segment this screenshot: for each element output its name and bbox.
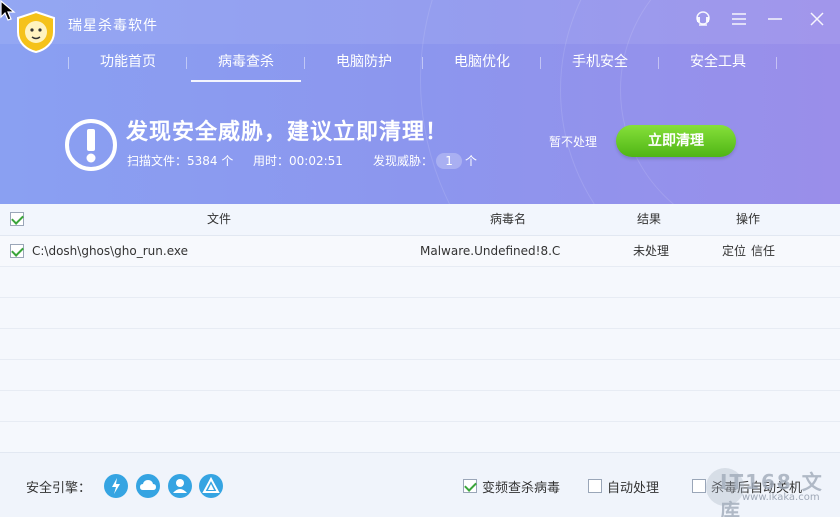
nav-divider <box>658 57 659 69</box>
minimize-icon[interactable] <box>764 9 786 29</box>
nav-divider <box>540 57 541 69</box>
tab-mobile[interactable]: 手机安全 <box>545 44 655 82</box>
clean-now-button[interactable]: 立即清理 <box>616 125 736 157</box>
main-nav: 功能首页 病毒查杀 电脑防护 电脑优化 手机安全 安全工具 <box>0 44 840 84</box>
empty-row <box>0 391 840 422</box>
threat-summary: 发现威胁： 1 个 <box>373 152 477 169</box>
tab-home[interactable]: 功能首页 <box>73 44 183 82</box>
lightning-icon[interactable] <box>104 474 128 498</box>
nav-divider <box>304 57 305 69</box>
support-icon[interactable] <box>692 9 714 29</box>
empty-row <box>0 298 840 329</box>
empty-row <box>0 422 840 453</box>
col-action: 操作 <box>736 212 761 226</box>
nav-divider <box>422 57 423 69</box>
locate-link[interactable]: 定位 <box>722 236 746 266</box>
empty-row <box>0 329 840 360</box>
table-row[interactable]: C:\dosh\ghos\gho_run.exe Malware.Undefin… <box>0 236 840 267</box>
close-icon[interactable] <box>806 9 828 29</box>
trust-link[interactable]: 信任 <box>751 236 775 266</box>
elapsed-time: 用时：00:02:51 <box>253 154 343 168</box>
nav-divider <box>776 57 777 69</box>
tab-optimize[interactable]: 电脑优化 <box>427 44 537 82</box>
row-checkbox[interactable] <box>10 244 24 258</box>
tab-protection[interactable]: 电脑防护 <box>309 44 419 82</box>
triangle-icon[interactable] <box>199 474 223 498</box>
variable-scan-label: 变频查杀病毒 <box>482 481 561 496</box>
result-status: 未处理 <box>633 244 670 258</box>
col-file: 文件 <box>207 212 232 226</box>
auto-handle-checkbox[interactable] <box>588 479 602 493</box>
engine-label: 安全引擎： <box>26 481 92 496</box>
threat-label: 发现威胁： <box>373 154 434 168</box>
ignore-button[interactable]: 暂不处理 <box>549 133 597 150</box>
header: 瑞星杀毒软件 功能首页 病毒查杀 电脑防护 电脑优化 手机安全 安全工具 发现安… <box>0 0 840 204</box>
scanned-files: 扫描文件：5384 个 <box>127 154 234 168</box>
select-all-checkbox[interactable] <box>10 212 24 226</box>
decorative-circle <box>420 0 840 204</box>
warning-icon <box>65 119 117 171</box>
threat-unit: 个 <box>465 154 478 168</box>
variable-scan-checkbox[interactable] <box>463 479 477 493</box>
user-icon[interactable] <box>168 474 192 498</box>
threat-table: 文件 病毒名 结果 操作 C:\dosh\ghos\gho_run.exe Ma… <box>0 204 840 452</box>
col-result: 结果 <box>637 212 662 226</box>
empty-row <box>0 360 840 391</box>
watermark-url: www.ikaka.com <box>742 492 820 503</box>
virus-name: Malware.Undefined!8.C <box>420 244 561 258</box>
menu-icon[interactable] <box>728 9 750 29</box>
nav-divider <box>186 57 187 69</box>
auto-shutdown-checkbox[interactable] <box>692 479 706 493</box>
alert-title: 发现安全威胁，建议立即清理！ <box>126 120 449 145</box>
mouse-cursor-icon <box>0 0 16 21</box>
col-virus: 病毒名 <box>490 212 527 226</box>
nav-divider <box>68 57 69 69</box>
auto-handle-label: 自动处理 <box>607 481 660 496</box>
file-path: C:\dosh\ghos\gho_run.exe <box>32 244 188 258</box>
empty-row <box>0 267 840 298</box>
watermark: IT168 文库 www.ikaka.com <box>706 466 836 517</box>
tab-tools[interactable]: 安全工具 <box>663 44 773 82</box>
threat-count-badge: 1 <box>436 153 463 169</box>
cloud-icon[interactable] <box>136 474 160 498</box>
table-header: 文件 病毒名 结果 操作 <box>0 204 840 236</box>
tab-virus-scan[interactable]: 病毒查杀 <box>191 44 301 82</box>
app-title: 瑞星杀毒软件 <box>68 18 158 34</box>
